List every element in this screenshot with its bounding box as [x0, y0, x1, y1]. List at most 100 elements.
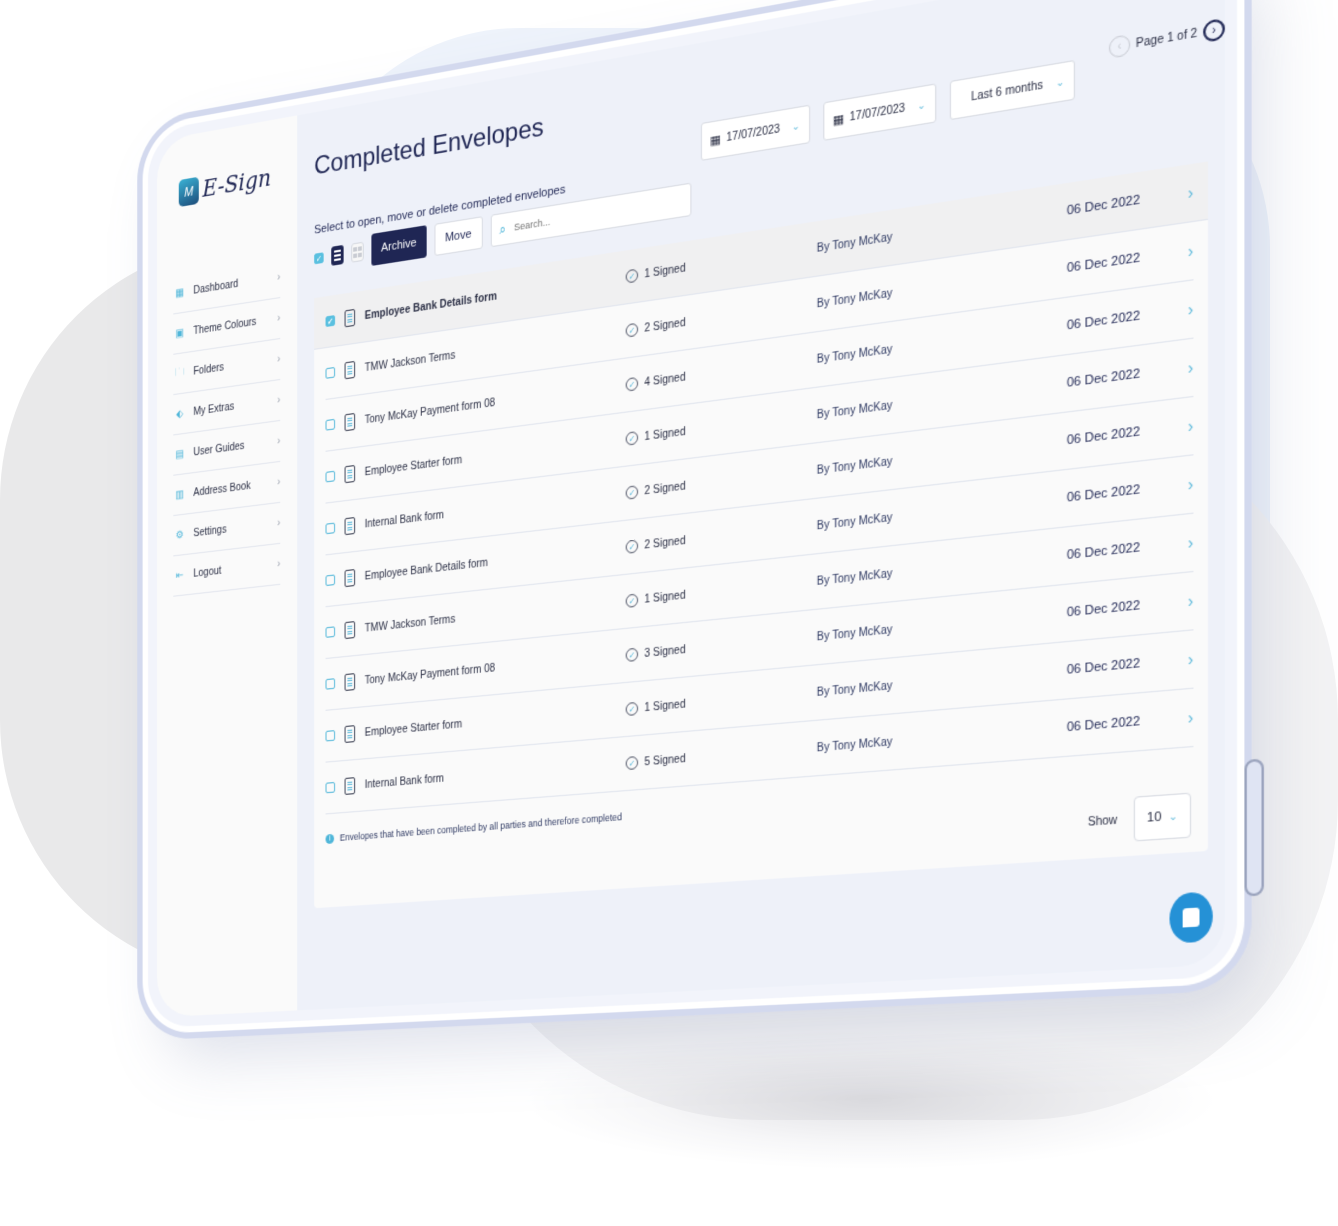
row-checkbox[interactable] [325, 418, 336, 431]
envelope-name: Internal Bank form [364, 772, 445, 791]
signed-count: 2 Signed [644, 316, 686, 335]
row-checkbox[interactable] [325, 574, 336, 587]
page-size-select[interactable]: 10 ⌄ [1133, 792, 1192, 842]
info-icon: i [325, 833, 335, 844]
signed-status: ✓ 3 Signed [625, 630, 817, 663]
document-icon [344, 360, 356, 380]
row-checkbox[interactable] [325, 730, 336, 742]
folder-icon: 🗀 [175, 366, 185, 379]
tablet-shadow [520, 1030, 1220, 1170]
signed-count: 2 Signed [644, 479, 686, 498]
move-button[interactable]: Move [434, 216, 483, 257]
signed-status: ✓ 1 Signed [625, 242, 817, 284]
envelope-name: Internal Bank form [364, 508, 445, 531]
sender: By Tony McKay [816, 735, 893, 755]
dashboard-icon: ▦ [175, 286, 184, 300]
signed-status: ✓ 2 Signed [625, 464, 817, 500]
app-logo[interactable]: M E-Sign [178, 163, 281, 208]
grid-view-button[interactable] [351, 241, 364, 263]
row-checkbox[interactable] [325, 470, 336, 483]
sender: By Tony McKay [816, 455, 893, 477]
row-checkbox[interactable] [325, 522, 336, 535]
row-checkbox[interactable] [325, 366, 336, 379]
chat-button[interactable] [1169, 891, 1213, 944]
tablet-stage: M E-Sign ▦ Dashboard › ▣ Theme Colours › 🗀 Fold… [140, 0, 1264, 1050]
check-circle-icon: ✓ [625, 322, 639, 338]
tablet-side-button [1244, 758, 1264, 897]
tag-icon: ⬖ [176, 407, 184, 421]
gear-icon: ⚙ [175, 528, 184, 542]
sender: By Tony McKay [816, 511, 893, 533]
row-checkbox[interactable]: ✓ [325, 315, 336, 328]
chevron-right-icon[interactable]: › [1188, 649, 1194, 669]
chevron-right-icon: › [277, 271, 281, 284]
chevron-right-icon[interactable]: › [1188, 358, 1194, 378]
completed-date: 06 Dec 2022 [1066, 540, 1141, 563]
chevron-down-icon: ⌄ [1055, 75, 1065, 89]
completed-date: 06 Dec 2022 [1066, 366, 1141, 391]
sender: By Tony McKay [816, 286, 893, 311]
chevron-right-icon: › [277, 558, 281, 570]
chevron-down-icon: ⌄ [791, 119, 800, 132]
completed-date: 06 Dec 2022 [1066, 309, 1141, 333]
palette-icon: ▣ [175, 326, 184, 340]
signed-status: ✓ 1 Signed [625, 575, 817, 608]
page-size-value: 10 [1146, 810, 1162, 826]
row-checkbox[interactable] [325, 678, 336, 690]
chevron-right-icon: › [277, 476, 281, 489]
chevron-right-icon[interactable]: › [1188, 299, 1194, 319]
envelope-name: Employee Bank Details form [364, 556, 488, 583]
list-view-button[interactable] [331, 244, 344, 266]
chevron-right-icon[interactable]: › [1188, 416, 1194, 436]
chevron-right-icon[interactable]: › [1188, 591, 1194, 611]
logout-icon: ⇤ [175, 569, 184, 582]
book-icon: ▤ [175, 447, 184, 461]
logo-text: E-Sign [202, 164, 272, 203]
completed-date: 06 Dec 2022 [1066, 714, 1141, 735]
select-all-checkbox[interactable]: ✓ [314, 252, 324, 265]
chevron-down-icon: ⌄ [917, 98, 926, 112]
envelope-name: Tony McKay Payment form 08 [364, 662, 496, 687]
sidebar: M E-Sign ▦ Dashboard › ▣ Theme Colours › 🗀 Fold… [157, 115, 298, 1018]
chevron-right-icon[interactable]: › [1188, 241, 1194, 261]
sidebar-item-label: Folders [193, 361, 224, 378]
chevron-right-icon[interactable]: › [1188, 708, 1194, 728]
chevron-right-icon[interactable]: › [1188, 474, 1194, 494]
sidebar-item-label: My Extras [193, 400, 235, 418]
chevron-right-icon: › [277, 312, 281, 325]
main-content: Completed Envelopes ‹ Page 1 of 2 › ▦ 17… [297, 0, 1225, 1010]
row-checkbox[interactable] [325, 626, 336, 638]
range-value: Last 6 months [970, 78, 1043, 104]
signed-count: 5 Signed [644, 752, 686, 769]
next-page-button[interactable]: › [1203, 17, 1225, 43]
show-label: Show [1087, 813, 1118, 829]
chevron-right-icon[interactable]: › [1188, 533, 1194, 553]
calendar-icon: ▦ [709, 132, 722, 148]
completed-date: 06 Dec 2022 [1066, 251, 1141, 276]
check-circle-icon: ✓ [625, 485, 639, 500]
address-book-icon: ▥ [175, 488, 184, 501]
signed-count: 1 Signed [644, 698, 686, 714]
signed-status: ✓ 1 Signed [625, 686, 817, 717]
sidebar-item-label: User Guides [193, 439, 245, 459]
signed-count: 2 Signed [644, 534, 686, 552]
chevron-right-icon: › [277, 394, 281, 407]
row-checkbox[interactable] [325, 781, 336, 794]
app-screen: M E-Sign ▦ Dashboard › ▣ Theme Colours › 🗀 Fold… [157, 0, 1225, 1018]
date-to-value: 17/07/2023 [849, 101, 906, 124]
sender: By Tony McKay [816, 623, 893, 644]
chat-icon [1182, 907, 1200, 928]
signed-status: ✓ 4 Signed [625, 353, 817, 392]
document-icon [344, 673, 356, 692]
document-icon [344, 725, 356, 744]
chevron-right-icon[interactable]: › [1188, 183, 1194, 203]
check-circle-icon: ✓ [625, 755, 639, 771]
chevron-down-icon: ⌄ [1168, 809, 1178, 823]
document-icon [344, 777, 356, 795]
sender: By Tony McKay [816, 567, 893, 588]
prev-page-button[interactable]: ‹ [1108, 34, 1131, 59]
sender: By Tony McKay [816, 399, 893, 422]
sidebar-item-label: Address Book [193, 479, 251, 499]
archive-button[interactable]: Archive [371, 225, 427, 266]
document-icon [344, 516, 356, 536]
